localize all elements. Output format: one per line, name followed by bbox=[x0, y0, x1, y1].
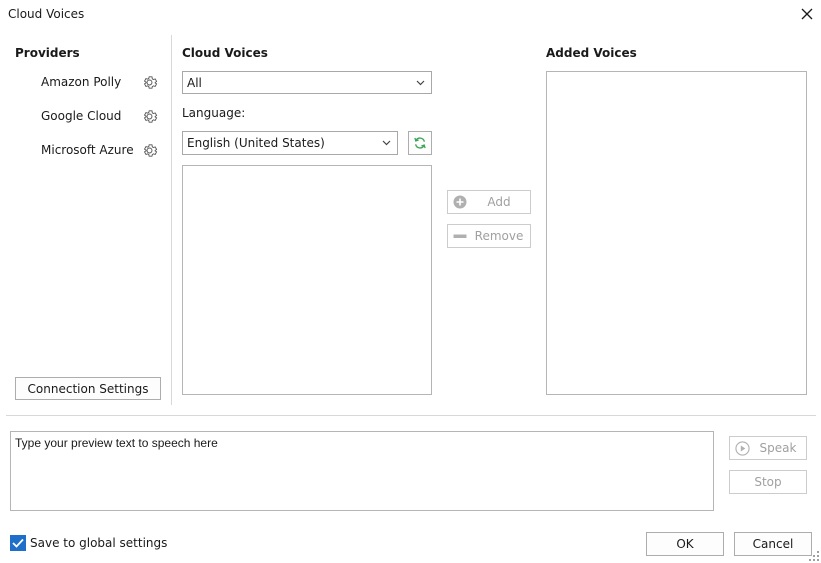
preview-text-input[interactable]: Type your preview text to speech here bbox=[10, 431, 714, 511]
save-global-label: Save to global settings bbox=[30, 536, 168, 550]
provider-item-amazon-polly[interactable]: Amazon Polly bbox=[41, 74, 161, 92]
resize-grip-icon[interactable] bbox=[808, 550, 820, 562]
added-voices-heading: Added Voices bbox=[546, 46, 637, 60]
voice-filter-value: All bbox=[187, 76, 202, 90]
play-icon bbox=[735, 441, 750, 456]
minus-icon bbox=[453, 234, 467, 238]
plus-circle-icon bbox=[453, 195, 467, 209]
cancel-button[interactable]: Cancel bbox=[734, 532, 812, 556]
gear-icon[interactable] bbox=[141, 108, 158, 125]
speak-button[interactable]: Speak bbox=[729, 436, 807, 460]
add-voice-label: Add bbox=[487, 195, 511, 209]
window-title: Cloud Voices bbox=[8, 7, 85, 21]
stop-button[interactable]: Stop bbox=[729, 470, 807, 494]
checkmark-icon bbox=[12, 538, 24, 548]
language-value: English (United States) bbox=[187, 136, 325, 150]
close-button[interactable] bbox=[796, 4, 818, 24]
gear-icon[interactable] bbox=[141, 142, 158, 159]
provider-label: Microsoft Azure bbox=[41, 143, 134, 157]
refresh-icon bbox=[414, 137, 426, 149]
chevron-down-icon bbox=[416, 80, 425, 86]
close-icon bbox=[801, 8, 813, 20]
voice-filter-dropdown[interactable]: All bbox=[182, 71, 432, 94]
provider-item-google-cloud[interactable]: Google Cloud bbox=[41, 108, 161, 126]
remove-voice-label: Remove bbox=[474, 229, 524, 243]
providers-heading: Providers bbox=[15, 46, 80, 60]
vertical-divider bbox=[171, 35, 172, 405]
cloud-voices-dialog: Cloud Voices Providers Amazon Polly Goog… bbox=[0, 0, 821, 563]
language-label: Language: bbox=[182, 106, 246, 120]
gear-icon[interactable] bbox=[141, 74, 158, 91]
cloud-voices-heading: Cloud Voices bbox=[182, 46, 268, 60]
horizontal-divider bbox=[6, 415, 816, 416]
provider-item-microsoft-azure[interactable]: Microsoft Azure bbox=[41, 142, 161, 160]
speak-label: Speak bbox=[759, 441, 797, 455]
refresh-button[interactable] bbox=[408, 131, 432, 155]
remove-voice-button[interactable]: Remove bbox=[447, 224, 531, 248]
add-voice-button[interactable]: Add bbox=[447, 190, 531, 214]
ok-button[interactable]: OK bbox=[646, 532, 724, 556]
language-dropdown[interactable]: English (United States) bbox=[182, 131, 398, 155]
chevron-down-icon bbox=[382, 140, 391, 146]
cloud-voices-list[interactable] bbox=[182, 165, 432, 395]
provider-label: Amazon Polly bbox=[41, 75, 122, 89]
connection-settings-button[interactable]: Connection Settings bbox=[15, 377, 161, 400]
provider-label: Google Cloud bbox=[41, 109, 122, 123]
added-voices-list[interactable] bbox=[546, 71, 807, 395]
save-global-checkbox[interactable] bbox=[10, 535, 26, 551]
